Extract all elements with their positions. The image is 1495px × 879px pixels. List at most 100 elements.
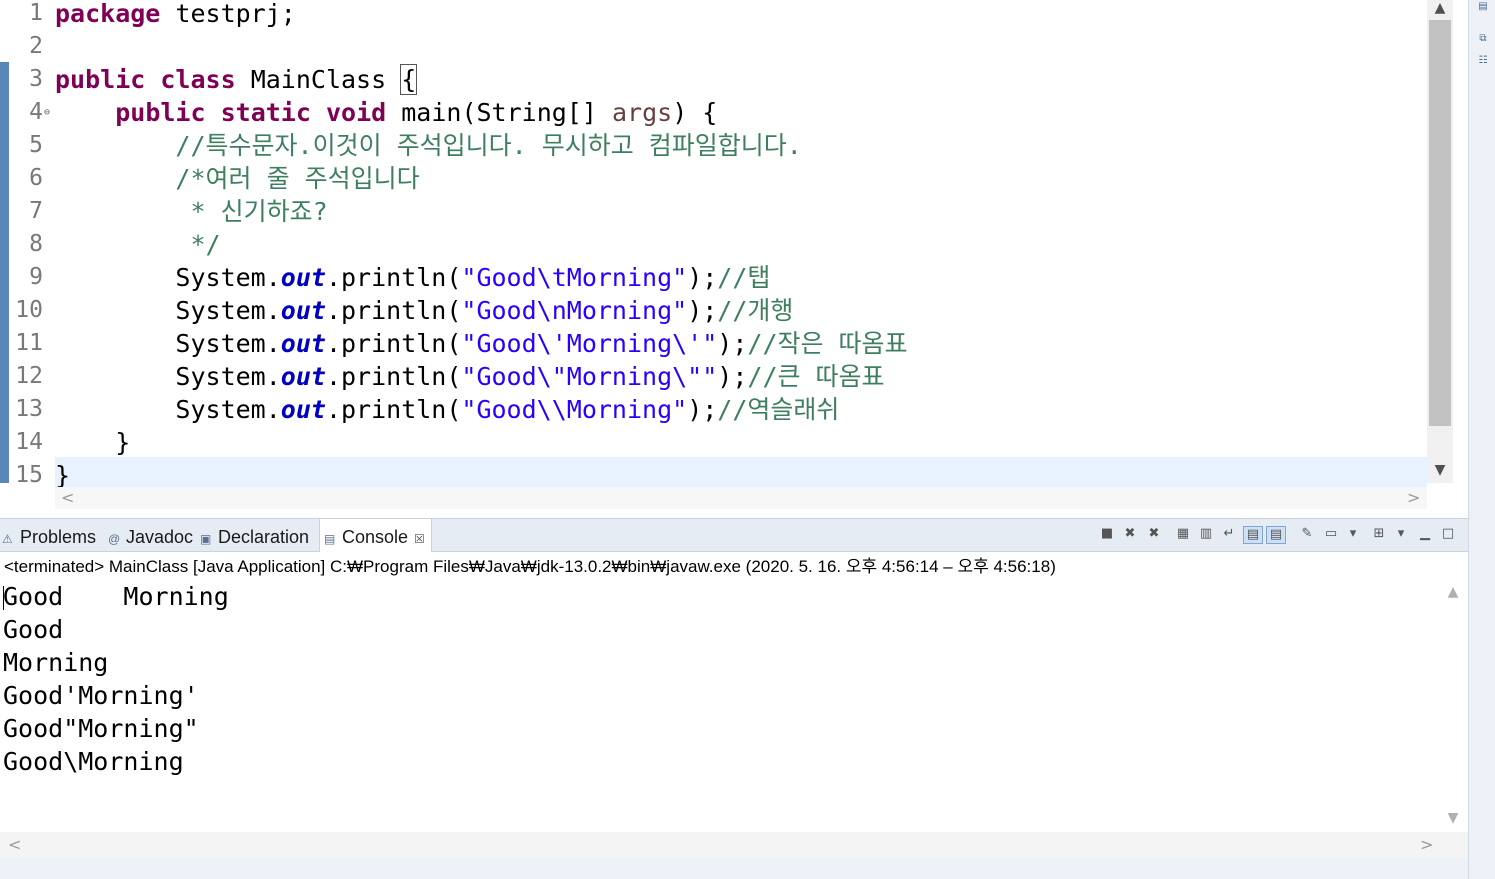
code-line: System.out.println("Good\nMorning");//개행 bbox=[55, 294, 793, 327]
code-line: System.out.println("Good\'Morning\'");//… bbox=[55, 327, 907, 360]
comment: //특수문자.이것이 주석입니다. 무시하고 컴파일합니다. bbox=[175, 131, 802, 160]
code-text: } bbox=[115, 428, 131, 457]
maximize-icon[interactable]: □ bbox=[1440, 526, 1456, 542]
code-text: ); bbox=[687, 395, 718, 424]
tab-problems[interactable]: ⚠ Problems bbox=[2, 519, 96, 551]
remove-launch-icon[interactable]: ✖ bbox=[1122, 526, 1138, 542]
static-field: out bbox=[280, 296, 326, 325]
tab-label: Declaration bbox=[218, 527, 310, 547]
scroll-right-icon[interactable]: > bbox=[1420, 834, 1433, 856]
minimize-icon[interactable]: ▁ bbox=[1418, 526, 1432, 542]
keyword: static bbox=[220, 98, 311, 127]
static-field: out bbox=[280, 395, 326, 424]
remove-all-terminated-icon[interactable]: ✖ bbox=[1145, 526, 1163, 542]
scroll-down-icon[interactable]: ▼ bbox=[1427, 462, 1453, 478]
open-console-icon[interactable]: ⊞ bbox=[1370, 526, 1388, 542]
tab-label: Javadoc bbox=[126, 527, 194, 547]
change-ruler bbox=[0, 62, 9, 483]
console-output[interactable]: Good Morning Good Morning Good'Morning' … bbox=[0, 580, 1440, 832]
line-number: 4 bbox=[29, 99, 43, 125]
text-caret bbox=[3, 586, 4, 610]
code-text: ); bbox=[687, 263, 718, 292]
view-tab-bar: ⚠ Problems @ Javadoc ▣ Declaration ▤ Console… bbox=[0, 518, 1468, 552]
code-text: ) { bbox=[672, 98, 718, 127]
code-line: /*여러 줄 주석입니다 bbox=[55, 162, 419, 195]
terminate-icon[interactable]: ■ bbox=[1100, 526, 1114, 542]
line-number: 14 bbox=[15, 429, 43, 455]
console-horizontal-scrollbar[interactable]: < > bbox=[0, 832, 1468, 858]
display-console-icon[interactable]: ▭ bbox=[1322, 526, 1340, 542]
code-line: * 신기하죠? bbox=[55, 195, 327, 228]
comment: //개행 bbox=[717, 296, 794, 325]
line-number: 6 bbox=[29, 165, 43, 191]
tab-label: Problems bbox=[20, 527, 97, 547]
console-vertical-scrollbar[interactable]: ▲ ▼ bbox=[1440, 580, 1468, 832]
output-line: Good Morning bbox=[3, 582, 229, 611]
line-number: 11 bbox=[15, 330, 43, 356]
word-wrap-icon[interactable]: ↵ bbox=[1221, 526, 1237, 542]
code-text: testprj; bbox=[160, 0, 296, 28]
code-editor[interactable]: 1 2 3 4 ⊖ 5 6 7 8 9 10 11 12 13 14 15 pa… bbox=[0, 0, 1468, 511]
line-number: 13 bbox=[15, 396, 43, 422]
chevron-down-icon[interactable]: ▾ bbox=[1394, 526, 1408, 542]
fold-collapse-icon[interactable]: ⊖ bbox=[44, 96, 54, 129]
hierarchy-icon[interactable]: ☷ bbox=[1475, 54, 1491, 68]
scroll-right-icon[interactable]: > bbox=[1407, 487, 1420, 509]
line-number-gutter: 1 2 3 4 ⊖ 5 6 7 8 9 10 11 12 13 14 15 bbox=[9, 0, 55, 490]
line-number: 3 bbox=[29, 66, 43, 92]
output-line: Morning bbox=[3, 648, 109, 677]
code-text: .println( bbox=[325, 362, 462, 391]
scroll-left-icon[interactable]: < bbox=[8, 834, 21, 856]
output-line: Good'Morning' bbox=[3, 681, 199, 710]
code-text: } bbox=[55, 461, 71, 490]
right-trim-stack: ▤ ⧉ ☷ bbox=[1468, 0, 1495, 879]
scroll-lock-icon[interactable]: ▥ bbox=[1198, 526, 1214, 542]
editor-horizontal-scrollbar[interactable]: < > bbox=[55, 487, 1427, 509]
tab-console[interactable]: ▤ Console ☒ bbox=[319, 519, 432, 552]
code-text: System. bbox=[175, 329, 281, 358]
scroll-up-icon[interactable]: ▲ bbox=[1427, 0, 1453, 16]
code-line: */ bbox=[55, 228, 220, 261]
scrollbar-thumb[interactable] bbox=[1429, 20, 1451, 426]
tab-javadoc[interactable]: @ Javadoc bbox=[108, 519, 193, 551]
code-line: package testprj; bbox=[55, 0, 296, 30]
code-line: public class MainClass { bbox=[55, 63, 418, 96]
static-field: out bbox=[280, 362, 326, 391]
show-on-stderr-icon[interactable]: ▤ bbox=[1266, 526, 1286, 544]
show-on-stdout-icon[interactable]: ▤ bbox=[1243, 526, 1263, 544]
code-area[interactable]: package testprj; public class MainClass … bbox=[55, 0, 1427, 490]
parameter-name: args bbox=[611, 98, 673, 127]
line-number: 5 bbox=[29, 132, 43, 158]
string-literal: "Good\\Morning" bbox=[461, 395, 688, 424]
code-line: public static void main(String[] args) { bbox=[55, 96, 717, 129]
clear-console-icon[interactable]: ▦ bbox=[1175, 526, 1191, 542]
console-title: <terminated> MainClass [Java Application… bbox=[4, 557, 1056, 576]
tab-declaration[interactable]: ▣ Declaration bbox=[200, 519, 309, 551]
status-bar bbox=[0, 858, 1468, 879]
keyword: class bbox=[160, 65, 236, 94]
output-line: Good"Morning" bbox=[3, 714, 199, 743]
editor-vertical-scrollbar[interactable]: ▲ ▼ bbox=[1427, 0, 1453, 483]
string-literal: "Good\"Morning\"" bbox=[461, 362, 718, 391]
chevron-down-icon[interactable]: ▾ bbox=[1346, 526, 1360, 542]
code-text: .println( bbox=[325, 296, 462, 325]
code-line: //특수문자.이것이 주석입니다. 무시하고 컴파일합니다. bbox=[55, 129, 802, 162]
keyword: public bbox=[55, 65, 146, 94]
pin-console-icon[interactable]: ✎ bbox=[1298, 526, 1316, 542]
line-number: 1 bbox=[29, 0, 43, 26]
code-text: System. bbox=[175, 263, 281, 292]
scroll-down-icon[interactable]: ▼ bbox=[1440, 810, 1466, 826]
restore-icon[interactable]: ⧉ bbox=[1475, 32, 1491, 46]
output-line: Good bbox=[3, 615, 64, 644]
scroll-left-icon[interactable]: < bbox=[61, 487, 74, 509]
line-number: 12 bbox=[15, 363, 43, 389]
outline-icon[interactable]: ▤ bbox=[1475, 0, 1491, 14]
line-number: 10 bbox=[15, 297, 43, 323]
code-text: ); bbox=[717, 329, 748, 358]
line-number: 8 bbox=[29, 231, 43, 257]
code-line: System.out.println("Good\"Morning\"");//… bbox=[55, 360, 884, 393]
matched-bracket: { bbox=[400, 64, 418, 95]
close-tab-icon[interactable]: ☒ bbox=[414, 532, 425, 546]
code-text: .println( bbox=[325, 395, 462, 424]
scroll-up-icon[interactable]: ▲ bbox=[1440, 584, 1466, 600]
